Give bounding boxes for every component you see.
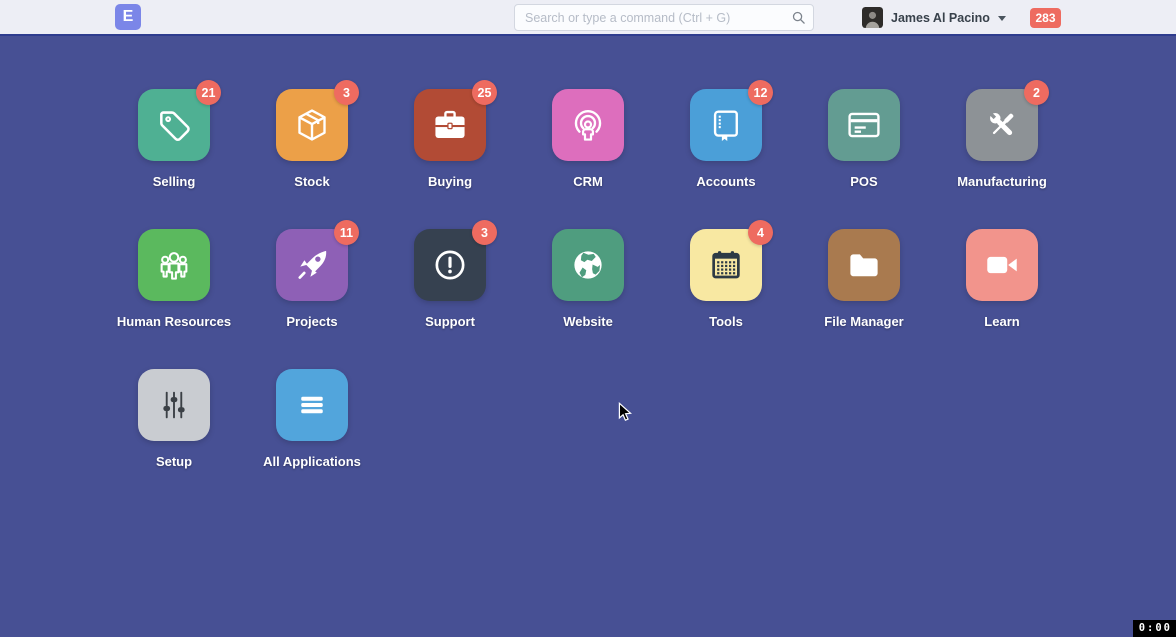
- search-input[interactable]: [514, 4, 814, 31]
- app-crm[interactable]: CRM: [519, 89, 657, 229]
- app-label: Learn: [984, 314, 1019, 329]
- briefcase-icon: [431, 106, 469, 144]
- notifications-count-badge[interactable]: 283: [1030, 8, 1061, 28]
- notification-badge: 12: [748, 80, 773, 105]
- calendar-icon: [707, 246, 745, 284]
- app-label: Selling: [153, 174, 196, 189]
- app-tools[interactable]: 4Tools: [657, 229, 795, 369]
- app-label: All Applications: [263, 454, 361, 469]
- menu-icon: [293, 386, 331, 424]
- search-box: [514, 4, 814, 31]
- notification-badge: 3: [472, 220, 497, 245]
- tag-icon: [155, 106, 193, 144]
- app-pos[interactable]: POS: [795, 89, 933, 229]
- app-learn[interactable]: Learn: [933, 229, 1071, 369]
- app-label: Accounts: [696, 174, 755, 189]
- app-label: Support: [425, 314, 475, 329]
- user-name: James Al Pacino: [891, 11, 990, 25]
- rocket-icon: [293, 246, 331, 284]
- app-website[interactable]: Website: [519, 229, 657, 369]
- notification-badge: 25: [472, 80, 497, 105]
- notification-badge: 2: [1024, 80, 1049, 105]
- exclamation-circle-icon: [431, 246, 469, 284]
- app-support[interactable]: 3Support: [381, 229, 519, 369]
- app-label: Website: [563, 314, 613, 329]
- app-label: Setup: [156, 454, 192, 469]
- notification-badge: 3: [334, 80, 359, 105]
- package-icon: [293, 106, 331, 144]
- avatar: [862, 7, 883, 28]
- app-logo[interactable]: E: [115, 4, 141, 30]
- app-file-manager[interactable]: File Manager: [795, 229, 933, 369]
- credit-card-icon: [845, 106, 883, 144]
- app-projects[interactable]: 11Projects: [243, 229, 381, 369]
- app-label: Manufacturing: [957, 174, 1047, 189]
- app-label: Stock: [294, 174, 329, 189]
- search-icon: [791, 10, 806, 25]
- app-grid: 21Selling3Stock25BuyingCRM12AccountsPOS2…: [105, 89, 1071, 509]
- navbar: E James Al Pacino 283: [0, 0, 1176, 36]
- chevron-down-icon: [998, 16, 1006, 21]
- ledger-book-icon: [707, 106, 745, 144]
- app-label: Human Resources: [117, 314, 231, 329]
- notification-badge: 11: [334, 220, 359, 245]
- app-manufacturing[interactable]: 2Manufacturing: [933, 89, 1071, 229]
- app-label: POS: [850, 174, 877, 189]
- app-all-applications[interactable]: All Applications: [243, 369, 381, 509]
- app-buying[interactable]: 25Buying: [381, 89, 519, 229]
- broadcast-person-icon: [569, 106, 607, 144]
- globe-icon: [569, 246, 607, 284]
- sliders-icon: [155, 386, 193, 424]
- app-label: Projects: [286, 314, 337, 329]
- app-human-resources[interactable]: Human Resources: [105, 229, 243, 369]
- folder-icon: [845, 246, 883, 284]
- app-stock[interactable]: 3Stock: [243, 89, 381, 229]
- notification-badge: 4: [748, 220, 773, 245]
- app-selling[interactable]: 21Selling: [105, 89, 243, 229]
- app-setup[interactable]: Setup: [105, 369, 243, 509]
- notification-badge: 21: [196, 80, 221, 105]
- tools-crossed-icon: [983, 106, 1021, 144]
- app-label: CRM: [573, 174, 603, 189]
- user-menu[interactable]: James Al Pacino: [862, 7, 1006, 28]
- people-icon: [155, 246, 193, 284]
- app-label: Tools: [709, 314, 743, 329]
- desktop-screen: E James Al Pacino 283 21Selling3Stoc: [0, 0, 1176, 637]
- video-camera-icon: [983, 246, 1021, 284]
- app-label: File Manager: [824, 314, 903, 329]
- app-label: Buying: [428, 174, 472, 189]
- recording-timer: 0:00: [1133, 620, 1176, 637]
- app-accounts[interactable]: 12Accounts: [657, 89, 795, 229]
